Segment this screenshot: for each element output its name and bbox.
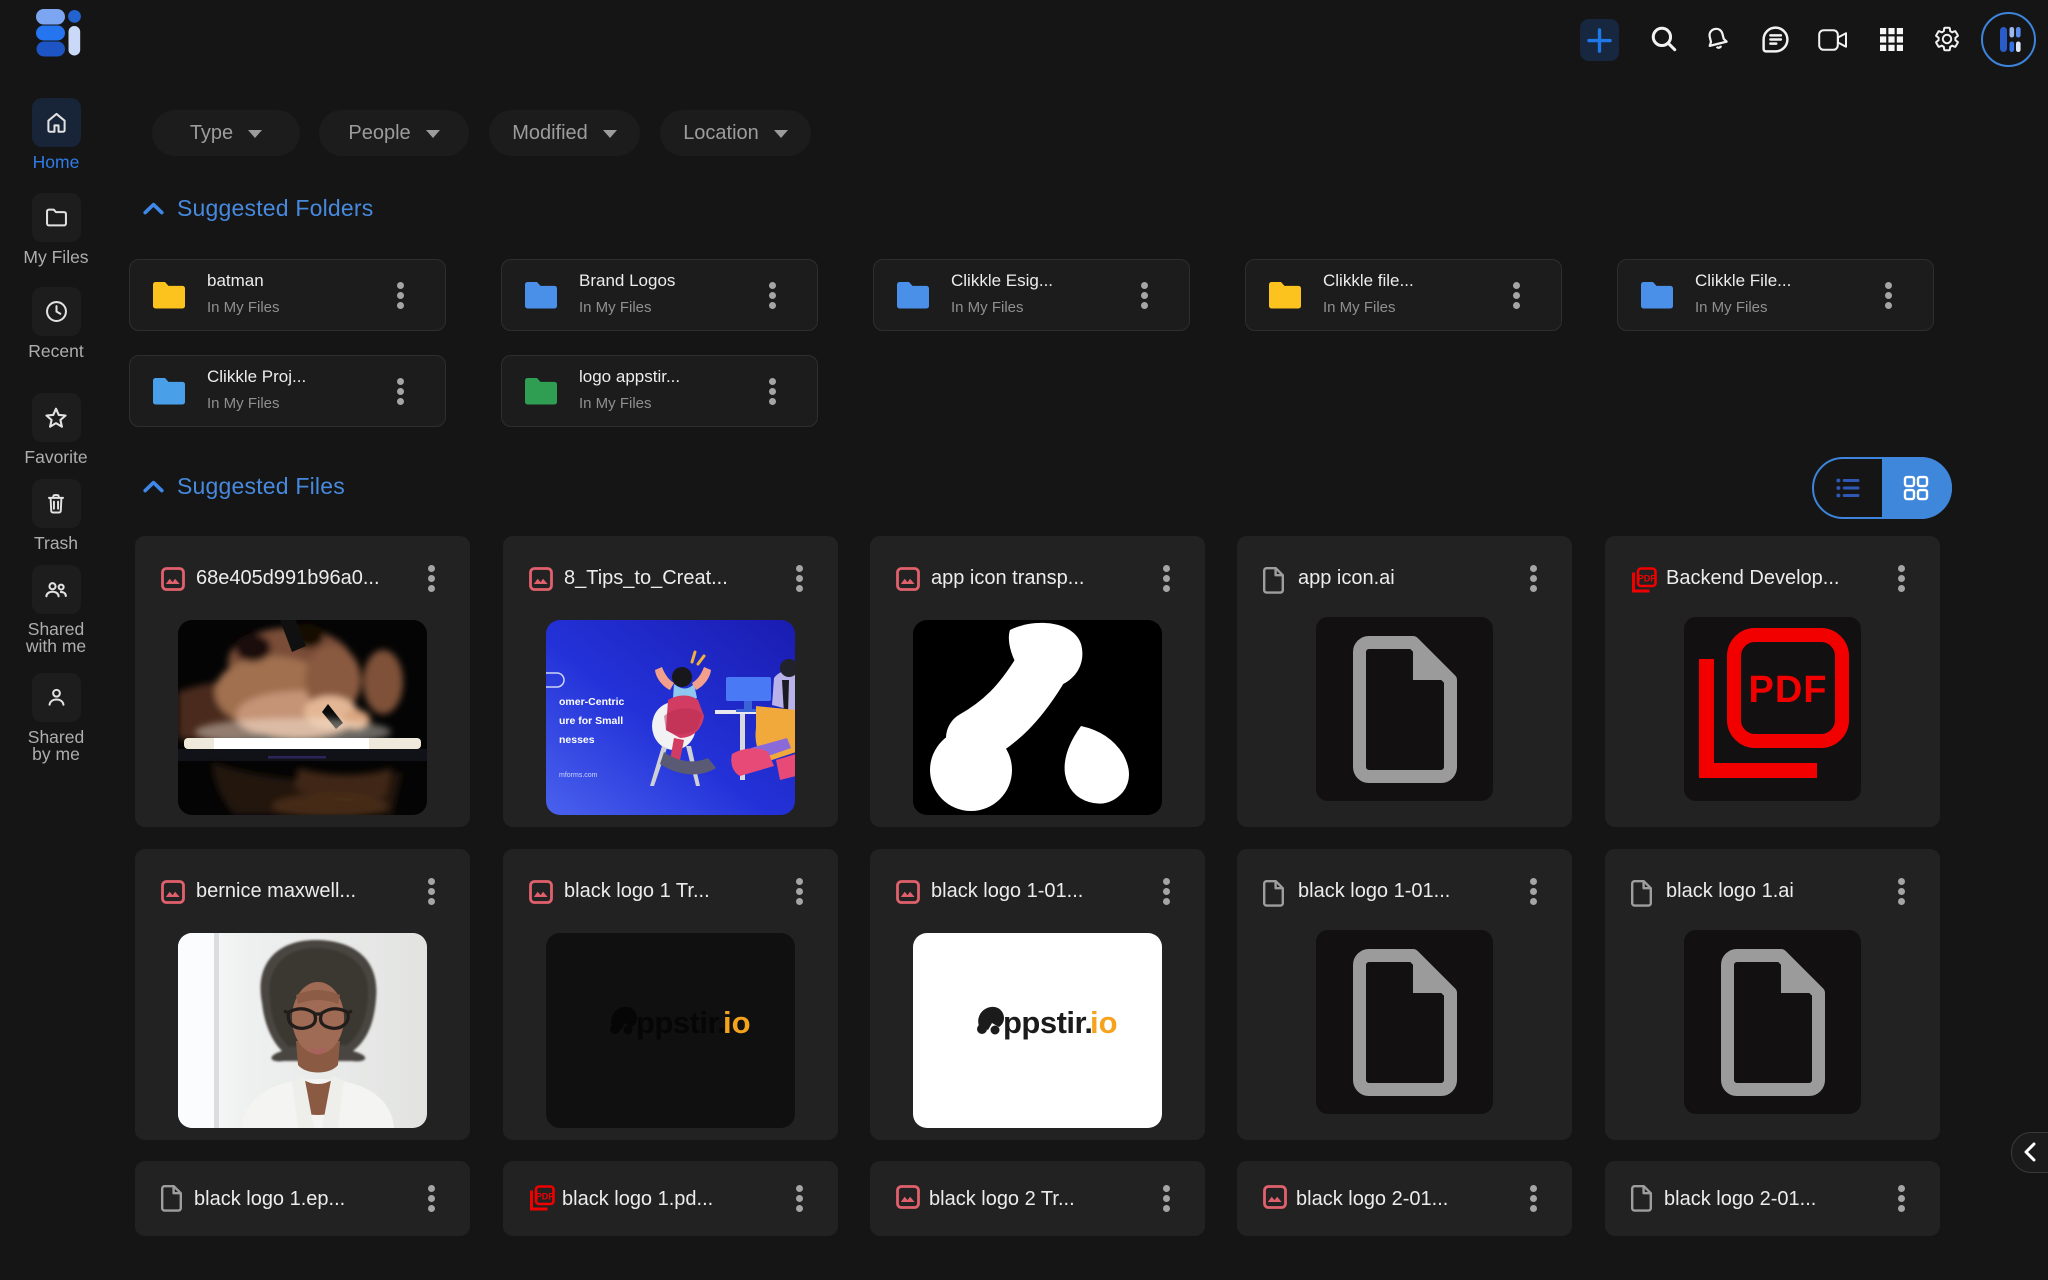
svg-text:mforms.com: mforms.com — [559, 772, 598, 779]
svg-text:omer-Centric: omer-Centric — [559, 696, 625, 708]
svg-text:io: io — [1090, 1005, 1118, 1040]
svg-text:PDF: PDF — [536, 1192, 555, 1202]
svg-text:ure for Small: ure for Small — [559, 715, 623, 727]
svg-text:ppstir.: ppstir. — [636, 1005, 726, 1040]
svg-text:io: io — [723, 1005, 751, 1040]
svg-text:PDF: PDF — [1749, 669, 1828, 711]
svg-text:nesses: nesses — [559, 734, 595, 746]
svg-text:ppstir.: ppstir. — [1003, 1005, 1093, 1040]
svg-text:PDF: PDF — [1638, 574, 1657, 584]
